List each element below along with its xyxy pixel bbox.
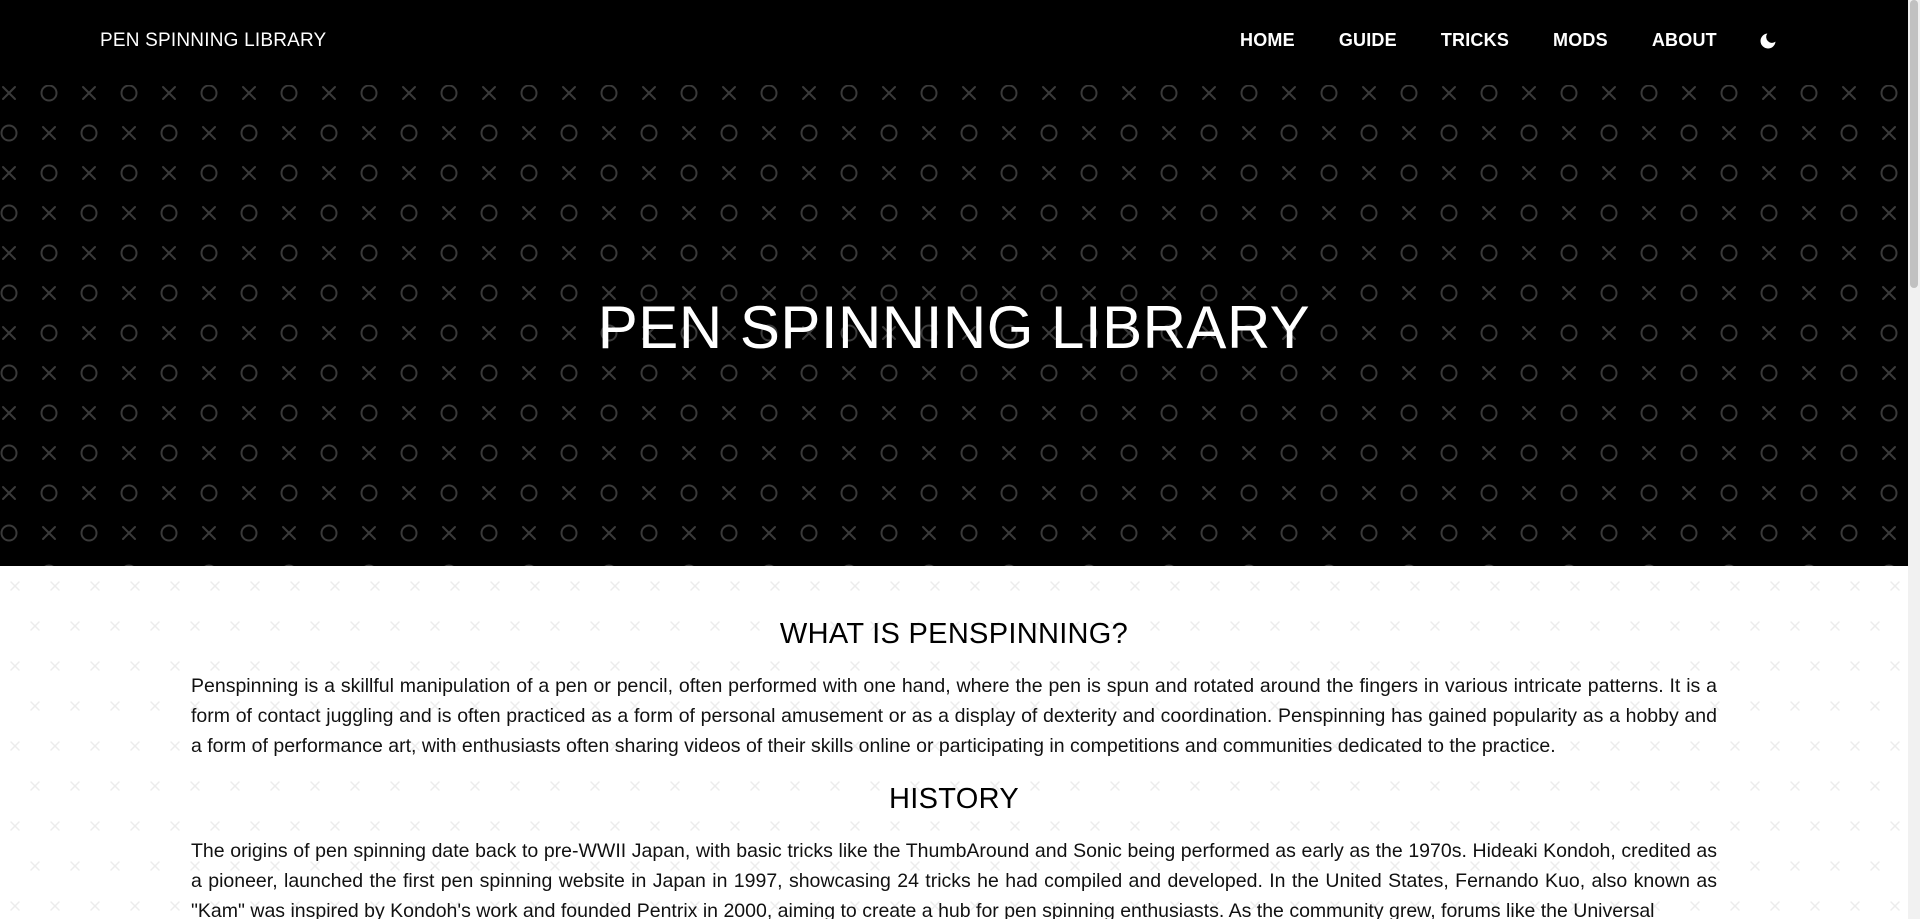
- main-content: WHAT IS PENSPINNING? Penspinning is a sk…: [0, 566, 1908, 919]
- navbar: PEN SPINNING LIBRARY HOME GUIDE TRICKS M…: [0, 0, 1908, 85]
- section-heading-history: HISTORY: [889, 783, 1019, 815]
- hero-title: PEN SPINNING LIBRARY: [597, 294, 1311, 361]
- section-text-history: The origins of pen spinning date back to…: [191, 840, 1717, 919]
- theme-toggle-button[interactable]: [1756, 29, 1780, 53]
- nav-links: HOME GUIDE TRICKS MODS ABOUT: [1240, 30, 1761, 51]
- hero-banner: PEN SPINNING LIBRARY: [0, 85, 1908, 566]
- brand-link[interactable]: PEN SPINNING LIBRARY: [100, 30, 326, 52]
- nav-link-guide[interactable]: GUIDE: [1339, 30, 1397, 51]
- nav-link-about[interactable]: ABOUT: [1652, 30, 1717, 51]
- nav-link-tricks[interactable]: TRICKS: [1441, 30, 1509, 51]
- article: WHAT IS PENSPINNING? Penspinning is a sk…: [191, 618, 1717, 919]
- scrollbar-thumb[interactable]: [1910, 0, 1918, 288]
- section-heading-what-is: WHAT IS PENSPINNING?: [779, 618, 1129, 650]
- nav-link-mods[interactable]: MODS: [1553, 30, 1608, 51]
- section-text-what-is: Penspinning is a skillful manipulation o…: [191, 675, 1717, 757]
- page-scrollbar[interactable]: [1908, 0, 1920, 919]
- nav-link-home[interactable]: HOME: [1240, 30, 1295, 51]
- moon-icon: [1760, 33, 1776, 49]
